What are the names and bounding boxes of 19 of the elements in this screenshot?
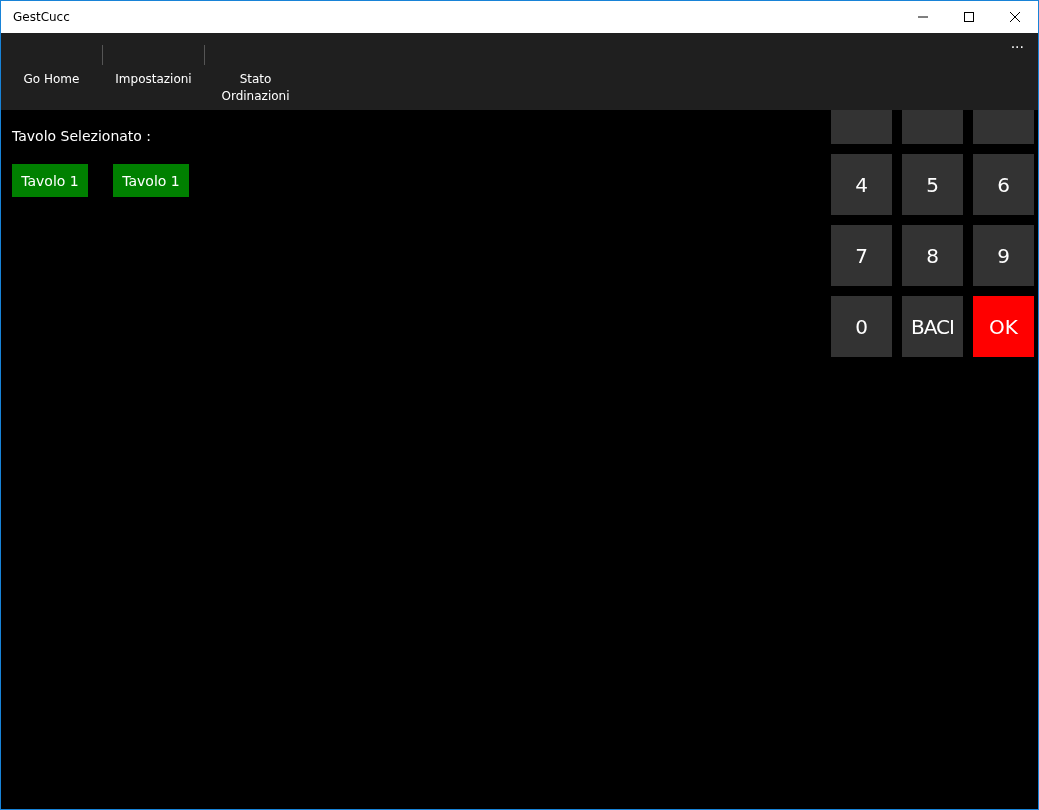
command-bar-button[interactable]: Go Home bbox=[1, 33, 102, 110]
keypad-key[interactable]: 6 bbox=[973, 154, 1034, 215]
keypad-key[interactable]: 0 bbox=[831, 296, 892, 357]
command-bar-button[interactable]: Impostazioni bbox=[103, 33, 204, 110]
command-bar-button[interactable]: Stato Ordinazioni bbox=[205, 33, 306, 110]
close-icon[interactable] bbox=[1010, 12, 1020, 22]
keypad-key[interactable]: 8 bbox=[902, 225, 963, 286]
maximize-icon[interactable] bbox=[964, 12, 974, 22]
keypad-key[interactable]: 4 bbox=[831, 154, 892, 215]
ok-button[interactable]: OK bbox=[973, 296, 1034, 357]
selected-table-label: Tavolo Selezionato : bbox=[12, 128, 153, 144]
keypad-key[interactable]: BACI bbox=[902, 296, 963, 357]
more-button[interactable]: ··· bbox=[996, 35, 1038, 59]
keypad-key[interactable]: 9 bbox=[973, 225, 1034, 286]
window-title: GestCucc bbox=[13, 10, 71, 24]
table-button[interactable]: Tavolo 1 bbox=[12, 164, 88, 197]
keypad-key[interactable]: 7 bbox=[831, 225, 892, 286]
keypad-key[interactable]: 5 bbox=[902, 154, 963, 215]
table-button[interactable]: Tavolo 1 bbox=[113, 164, 189, 197]
